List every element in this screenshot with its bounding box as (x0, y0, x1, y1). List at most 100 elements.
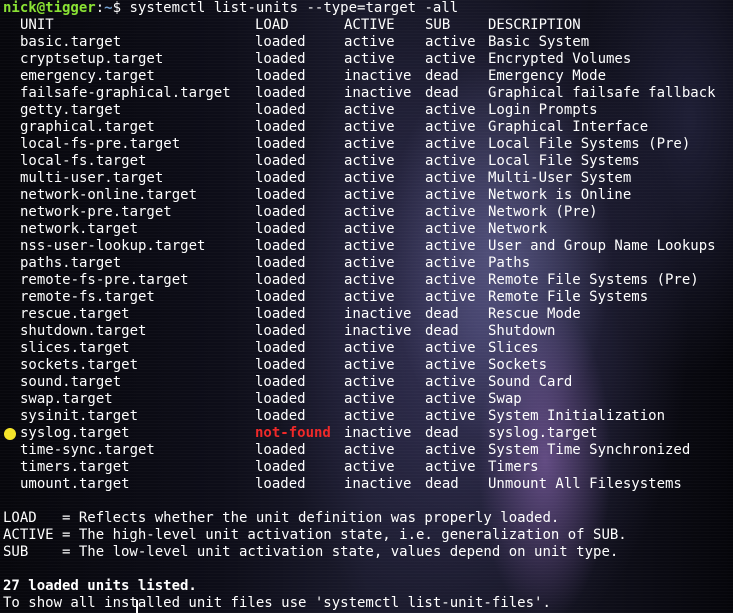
unit-description: System Initialization (488, 408, 666, 424)
unit-description: Remote File Systems (488, 289, 649, 305)
unit-sub: active (425, 238, 476, 254)
unit-active: active (344, 187, 395, 203)
table-row: local-fs.target loaded active active Local F… (3, 153, 733, 170)
table-row: emergency.target loaded inactive dead Emerge… (3, 68, 733, 85)
table-header: UNIT LOAD ACTIVE SUB DESCRIPTION (3, 17, 733, 34)
unit-name: paths.target (20, 255, 122, 271)
unit-description: Graphical Interface (488, 119, 649, 135)
unit-description: Remote File Systems (Pre) (488, 272, 699, 288)
unit-sub: dead (425, 323, 459, 339)
unit-description: Sound Card (488, 374, 573, 390)
table-row: network-online.target loaded active active N… (3, 187, 733, 204)
unit-load: loaded (255, 85, 306, 101)
unit-description: Network (488, 221, 548, 237)
unit-sub: active (425, 408, 476, 424)
unit-active: active (344, 136, 395, 152)
table-row: sockets.target loaded active active Sockets (3, 357, 733, 374)
header-active: ACTIVE (344, 17, 395, 33)
unit-description: Network (Pre) (488, 204, 598, 220)
unit-name: sound.target (20, 374, 122, 390)
table-row: time-sync.target loaded active active System… (3, 442, 733, 459)
unit-sub: active (425, 34, 476, 50)
unit-description: Timers (488, 459, 539, 475)
unit-sub: active (425, 255, 476, 271)
unit-load: loaded (255, 442, 306, 458)
unit-sub: active (425, 153, 476, 169)
summary-count: 27 loaded units listed. (3, 578, 197, 594)
unit-active: inactive (344, 85, 412, 101)
unit-description: Sockets (488, 357, 548, 373)
unit-sub: active (425, 119, 476, 135)
unit-name: local-fs-pre.target (20, 136, 181, 152)
unit-active: inactive (344, 68, 412, 84)
unit-active: active (344, 170, 395, 186)
unit-load: loaded (255, 51, 306, 67)
unit-active: inactive (344, 323, 412, 339)
header-sub: SUB (425, 17, 451, 33)
unit-load: loaded (255, 289, 306, 305)
unit-name: getty.target (20, 102, 122, 118)
unit-sub: active (425, 391, 476, 407)
unit-active: active (344, 391, 395, 407)
unit-active: active (344, 374, 395, 390)
unit-active: inactive (344, 425, 412, 441)
table-row: remote-fs.target loaded active active Remote… (3, 289, 733, 306)
terminal-window[interactable]: nick@tigger:~$ systemctl list-units --ty… (0, 0, 733, 613)
unit-load: loaded (255, 340, 306, 356)
unit-name: local-fs.target (20, 153, 147, 169)
unit-load: loaded (255, 136, 306, 152)
unit-load: loaded (255, 187, 306, 203)
prompt-user-host: nick@tigger (3, 0, 96, 16)
table-row: slices.target loaded active active Slices (3, 340, 733, 357)
legend-sub: SUB = The low-level unit activation stat… (3, 544, 619, 560)
table-row: paths.target loaded active active Paths (3, 255, 733, 272)
unit-name: network-online.target (20, 187, 198, 203)
command-prompt-line: nick@tigger:~$ systemctl list-units --ty… (3, 0, 458, 17)
legend-active: ACTIVE = The high-level unit activation … (3, 527, 627, 543)
unit-description: User and Group Name Lookups (488, 238, 716, 254)
table-row: network.target loaded active active Network (3, 221, 733, 238)
unit-name: network-pre.target (20, 204, 172, 220)
unit-description: Local File Systems (Pre) (488, 136, 691, 152)
unit-description: Graphical failsafe fallback (488, 85, 716, 101)
unit-active: active (344, 153, 395, 169)
unit-sub: active (425, 204, 476, 220)
unit-active: active (344, 289, 395, 305)
unit-description: Emergency Mode (488, 68, 607, 84)
unit-name: remote-fs.target (20, 289, 155, 305)
mouse-text-cursor (136, 600, 138, 613)
table-row: swap.target loaded active active Swap (3, 391, 733, 408)
failed-unit-dot-icon (4, 428, 16, 440)
unit-active: active (344, 340, 395, 356)
table-row: syslog.target not-found inactive dead syslog… (3, 425, 733, 442)
table-row: timers.target loaded active active Timers (3, 459, 733, 476)
unit-active: active (344, 34, 395, 50)
unit-name: syslog.target (20, 425, 130, 441)
unit-load: loaded (255, 170, 306, 186)
unit-sub: active (425, 289, 476, 305)
unit-active: active (344, 442, 395, 458)
unit-description: Network is Online (488, 187, 632, 203)
table-row: nss-user-lookup.target loaded active active… (3, 238, 733, 255)
unit-description: Shutdown (488, 323, 556, 339)
prompt-path: ~ (104, 0, 113, 16)
unit-name: cryptsetup.target (20, 51, 164, 67)
unit-active: active (344, 408, 395, 424)
unit-load: loaded (255, 272, 306, 288)
table-row: failsafe-graphical.target loaded inactive d… (3, 85, 733, 102)
header-unit: UNIT (20, 17, 54, 33)
unit-load: loaded (255, 306, 306, 322)
unit-active: active (344, 357, 395, 373)
unit-load: loaded (255, 357, 306, 373)
unit-load: loaded (255, 459, 306, 475)
unit-active: inactive (344, 476, 412, 492)
unit-name: basic.target (20, 34, 122, 50)
unit-load: loaded (255, 391, 306, 407)
table-row: local-fs-pre.target loaded active active Loc… (3, 136, 733, 153)
unit-load: loaded (255, 238, 306, 254)
legend-load: LOAD = Reflects whether the unit definit… (3, 510, 560, 526)
command-text: systemctl list-units --type=target -all (129, 0, 459, 16)
unit-name: multi-user.target (20, 170, 164, 186)
unit-name: failsafe-graphical.target (20, 85, 231, 101)
unit-sub: active (425, 357, 476, 373)
